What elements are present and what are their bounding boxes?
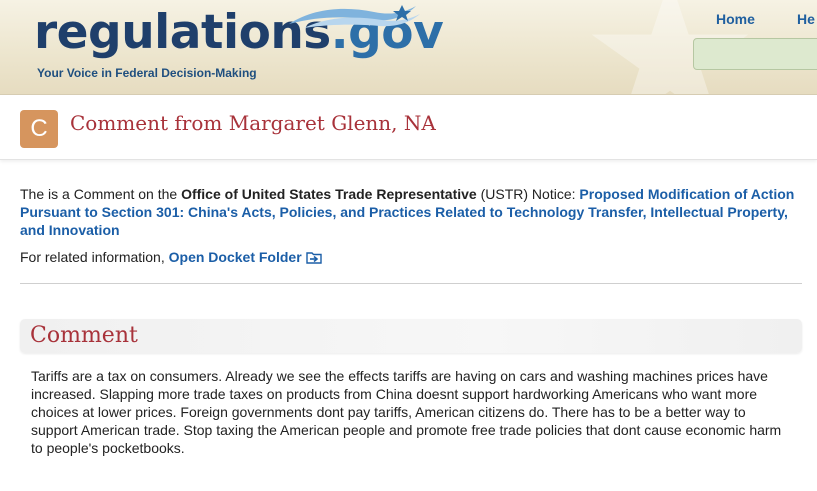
open-docket-folder-link[interactable]: Open Docket Folder	[169, 249, 322, 265]
related-prefix: For related information,	[20, 249, 169, 265]
folder-arrow-icon	[305, 252, 322, 264]
nav-home-link[interactable]: Home	[716, 11, 755, 27]
site-header: regulations.gov Your Voice in Federal De…	[0, 0, 817, 95]
site-tagline: Your Voice in Federal Decision-Making	[37, 66, 257, 80]
nav-help-link[interactable]: He	[797, 11, 815, 27]
document-info: The is a Comment on the Office of United…	[20, 185, 810, 239]
document-type-badge: C	[20, 110, 58, 148]
open-docket-folder-label: Open Docket Folder	[168, 249, 302, 265]
agency-abbr: (USTR) Notice:	[476, 186, 580, 202]
agency-name: Office of United States Trade Representa…	[181, 186, 477, 202]
info-prefix: The is a Comment on the	[20, 186, 182, 202]
section-divider	[20, 283, 802, 284]
comment-section-title: Comment	[30, 323, 138, 348]
site-logo[interactable]: regulations.gov	[34, 4, 444, 62]
search-input[interactable]	[693, 38, 817, 70]
flag-swoosh-icon	[289, 5, 420, 28]
comment-body: Tariffs are a tax on consumers. Already …	[31, 368, 782, 456]
page-title: Comment from Margaret Glenn, NA	[70, 111, 436, 135]
related-info: For related information, Open Docket Fol…	[20, 248, 322, 266]
